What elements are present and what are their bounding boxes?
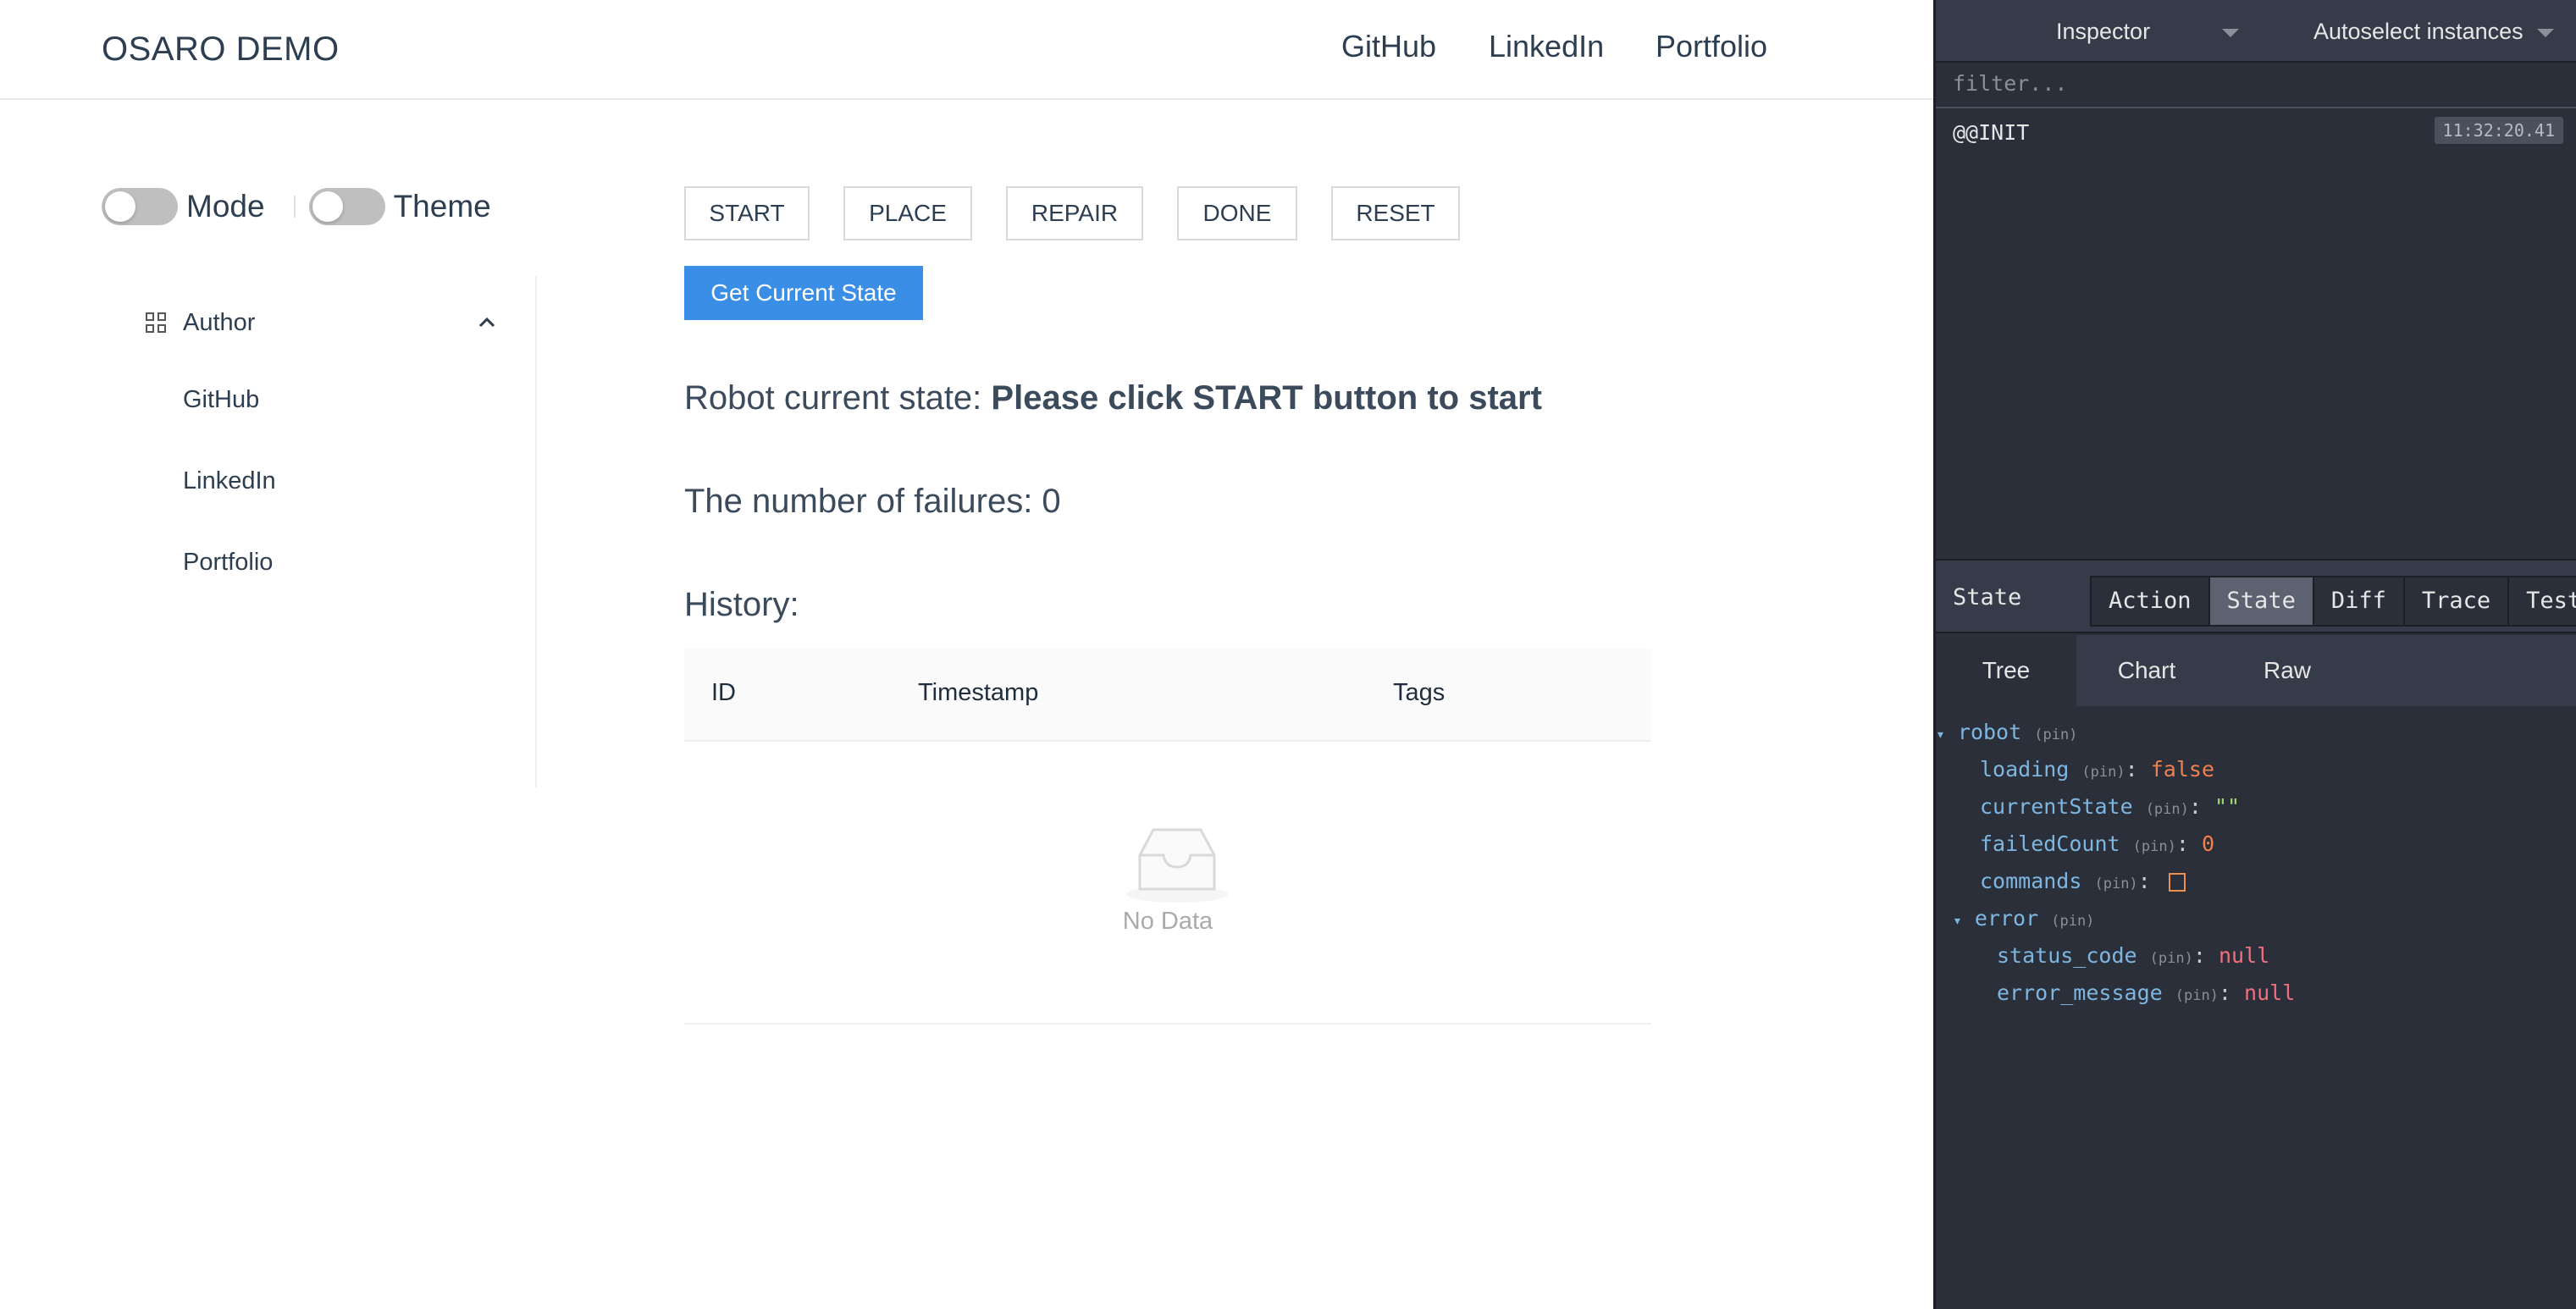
instances-dropdown[interactable]: Autoselect instances: [2313, 19, 2523, 45]
tab-test[interactable]: Test: [2509, 577, 2576, 625]
tree-node-error-message: error_message (pin): null: [1997, 980, 2296, 1005]
no-data-text: No Data: [1122, 908, 1213, 935]
expand-caret-icon: ▾: [1936, 726, 1945, 743]
subtab-raw[interactable]: Raw: [2217, 635, 2358, 706]
tab-action[interactable]: Action: [2092, 577, 2210, 625]
tree-key: loading: [1980, 757, 2070, 782]
inspector-dropdown[interactable]: Inspector: [2056, 19, 2150, 45]
column-header-id: ID: [711, 679, 736, 706]
tree-node-status-code: status_code (pin): null: [1997, 943, 2270, 968]
nav-link-github[interactable]: GitHub: [1341, 29, 1436, 64]
tree-node-commands: commands (pin):: [1980, 869, 2186, 893]
action-filter-input[interactable]: filter...: [1936, 63, 2576, 108]
repair-button[interactable]: REPAIR: [1006, 186, 1143, 240]
monitor-tabs: Action State Diff Trace Test: [2090, 576, 2576, 627]
tree-node-currentstate: currentState (pin): "": [1980, 794, 2241, 819]
top-navbar: OSARO DEMO GitHub LinkedIn Portfolio: [0, 0, 1933, 100]
history-table-empty: No Data: [684, 742, 1651, 1025]
sidebar-item-github[interactable]: GitHub: [183, 386, 259, 414]
appstore-icon: [146, 312, 166, 333]
column-header-timestamp: Timestamp: [918, 679, 1039, 706]
sidebar-item-portfolio[interactable]: Portfolio: [183, 549, 273, 577]
tree-value: "": [2214, 794, 2241, 819]
tree-key: robot: [1957, 720, 2022, 744]
action-timestamp: 11:32:20.41: [2434, 117, 2563, 144]
mode-label: Mode: [186, 189, 265, 224]
failures-count: The number of failures: 0: [684, 483, 1061, 520]
action-name: @@INIT: [1953, 120, 2030, 145]
done-button[interactable]: DONE: [1177, 186, 1297, 240]
toggle-divider: [293, 196, 296, 218]
pin-link[interactable]: (pin): [2051, 913, 2094, 930]
empty-array-icon: [2168, 873, 2186, 892]
theme-switch[interactable]: [308, 188, 385, 225]
robot-state-line: Robot current state: Please click START …: [684, 379, 1542, 417]
expand-caret-icon: ▾: [1953, 912, 1962, 930]
pin-link[interactable]: (pin): [2150, 950, 2193, 967]
devtools-monitor-bar: State Action State Diff Trace Test: [1936, 559, 2576, 633]
nav-link-linkedin[interactable]: LinkedIn: [1489, 29, 1604, 64]
devtools-toolbar: Inspector Autoselect instances: [1936, 0, 2576, 63]
place-button[interactable]: PLACE: [843, 186, 972, 240]
tab-trace[interactable]: Trace: [2404, 577, 2510, 625]
state-prefix: Robot current state:: [684, 379, 982, 417]
pin-link[interactable]: (pin): [2175, 987, 2219, 1004]
tree-node-loading: loading (pin): false: [1980, 757, 2214, 782]
history-table-header: ID Timestamp Tags: [684, 649, 1651, 742]
tree-value: 0: [2201, 831, 2215, 856]
dropdown-arrow-icon: [2537, 29, 2554, 37]
state-value: Please click START button to start: [991, 379, 1542, 417]
sidebar-menu: Author GitHub LinkedIn Portfolio: [102, 276, 537, 787]
view-subtabs: Tree Chart Raw: [1936, 635, 2576, 706]
tree-node-robot[interactable]: ▾ robot (pin): [1936, 720, 2077, 744]
column-header-tags: Tags: [1393, 679, 1446, 706]
monitor-title: State: [1953, 584, 2022, 610]
tree-key: failedCount: [1980, 831, 2120, 856]
switch-knob: [105, 191, 135, 222]
tree-key: error_message: [1997, 980, 2163, 1005]
redux-devtools-panel: Inspector Autoselect instances filter...…: [1933, 0, 2576, 1309]
dropdown-arrow-icon: [2222, 29, 2239, 37]
pin-link[interactable]: (pin): [2094, 875, 2137, 892]
chevron-up-icon: [478, 317, 495, 328]
subtab-tree[interactable]: Tree: [1936, 635, 2076, 706]
empty-inbox-icon: [1126, 828, 1228, 903]
tree-key: status_code: [1997, 943, 2137, 968]
get-current-state-button[interactable]: Get Current State: [684, 266, 923, 320]
history-title: History:: [684, 586, 799, 623]
pin-link[interactable]: (pin): [2146, 801, 2189, 818]
sidebar-group-label: Author: [183, 308, 256, 336]
switch-knob: [312, 191, 343, 222]
tree-value: false: [2150, 757, 2214, 782]
tree-value: null: [2218, 943, 2270, 968]
tree-value: null: [2244, 980, 2296, 1005]
toggle-row: Mode Theme: [102, 188, 491, 225]
brand-title: OSARO DEMO: [102, 30, 340, 68]
subtab-chart[interactable]: Chart: [2076, 635, 2217, 706]
app-area: OSARO DEMO GitHub LinkedIn Portfolio Mod…: [0, 0, 1933, 1309]
nav-link-portfolio[interactable]: Portfolio: [1656, 29, 1767, 64]
tree-key: error: [1974, 906, 2039, 931]
start-button[interactable]: START: [684, 186, 810, 240]
tree-node-error[interactable]: ▾ error (pin): [1953, 906, 2094, 931]
reset-button[interactable]: RESET: [1331, 186, 1460, 240]
theme-label: Theme: [393, 189, 491, 224]
tab-diff[interactable]: Diff: [2313, 577, 2405, 625]
pin-link[interactable]: (pin): [2034, 726, 2077, 743]
sidebar-group-author[interactable]: Author: [146, 301, 501, 344]
tree-key: commands: [1980, 869, 2082, 893]
mode-switch[interactable]: [102, 188, 178, 225]
action-list-item[interactable]: @@INIT 11:32:20.41: [1936, 110, 2576, 156]
tab-state[interactable]: State: [2209, 577, 2314, 625]
sidebar-item-linkedin[interactable]: LinkedIn: [183, 467, 276, 495]
tree-node-failedcount: failedCount (pin): 0: [1980, 831, 2215, 856]
pin-link[interactable]: (pin): [2133, 838, 2176, 855]
pin-link[interactable]: (pin): [2081, 764, 2125, 781]
tree-key: currentState: [1980, 794, 2133, 819]
